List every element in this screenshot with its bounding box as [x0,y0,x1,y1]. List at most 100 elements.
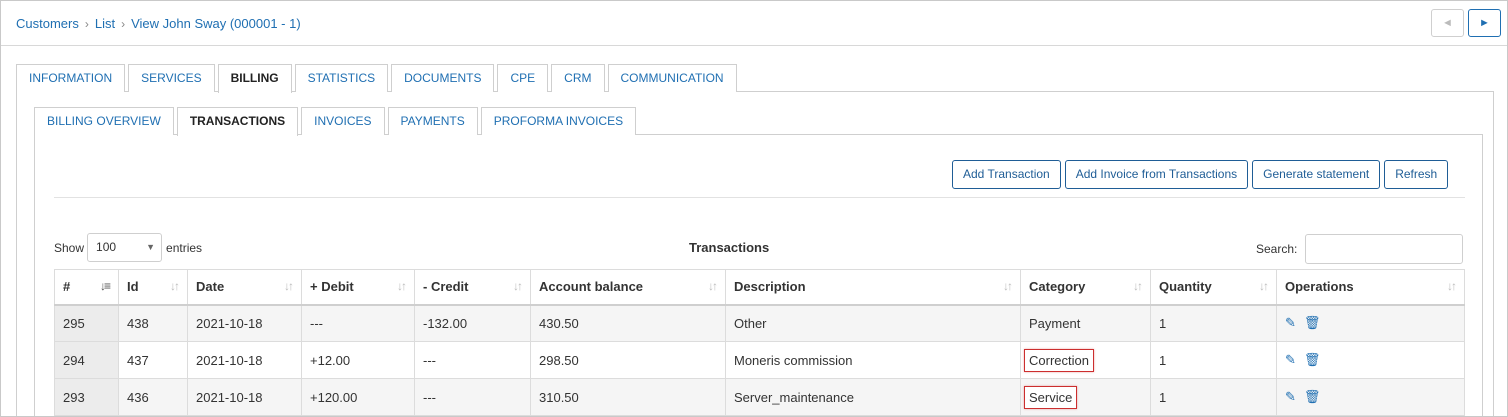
column-header-label: Category [1029,279,1086,295]
trash-icon[interactable]: 🗑 [1304,352,1321,368]
chevron-right-icon: › [121,16,126,31]
column-header-id[interactable]: Id ↓↑ [118,269,188,306]
previous-button[interactable]: ◄ [1431,9,1464,37]
search-input[interactable] [1305,234,1464,264]
sort-icon[interactable]: ↓↑ [1003,279,1013,293]
cell-debit-value: +120.00 [310,389,358,405]
breadcrumb: Customers › List › View John Sway (00000… [16,16,301,31]
cell-debit: --- [301,304,415,342]
cell-category-value: Service [1024,385,1078,409]
refresh-button[interactable]: Refresh [1384,160,1449,189]
edit-icon[interactable]: ✎ [1285,389,1296,405]
cell-balance: 430.50 [530,304,726,342]
cell-id-value: 438 [127,315,149,331]
sort-icon[interactable]: ↓↑ [513,279,523,293]
column-header-quantity[interactable]: Quantity ↓↑ [1150,269,1277,306]
sort-icon[interactable]: ↓↑ [1447,279,1457,293]
sort-icon[interactable]: ↓↑ [170,279,180,293]
tab-communication[interactable]: COMMUNICATION [607,64,737,92]
cell-num: 294 [54,341,119,379]
entries-label: entries [166,240,203,255]
tab-services[interactable]: SERVICES [128,64,215,92]
table-row: 294 437 2021-10-18 +12.00 --- 298.50 Moneris c… [54,341,1465,379]
tab-cpe[interactable]: CPE [497,64,549,92]
tab-transactions[interactable]: TRANSACTIONS [176,107,299,136]
entries-length-control: Show 100 ▼ entries [54,233,202,262]
tab-information[interactable]: INFORMATION [16,64,126,92]
entries-select[interactable]: 100 ▼ [87,233,163,262]
tab-proforma-invoices[interactable]: PROFORMA INVOICES [480,107,637,135]
generate-statement-button[interactable]: Generate statement [1252,160,1381,189]
tab-payments[interactable]: PAYMENTS [387,107,478,135]
cell-date: 2021-10-18 [187,341,302,379]
cell-description-value: Other [734,315,767,331]
column-header-num[interactable]: # ↓≡ [54,269,119,306]
operations-group: ✎ 🗑 [1285,315,1456,331]
cell-category-value: Payment [1029,315,1081,331]
cell-date: 2021-10-18 [187,378,302,416]
cell-credit: --- [414,378,531,416]
column-header-credit[interactable]: - Credit ↓↑ [414,269,531,306]
cell-date: 2021-10-18 [187,304,302,342]
column-header-debit[interactable]: + Debit ↓↑ [301,269,415,306]
cell-credit-value: -132.00 [423,315,468,331]
cell-num: 293 [54,378,119,416]
cell-debit: +12.00 [301,341,415,379]
edit-icon[interactable]: ✎ [1285,315,1296,331]
column-header-label: Operations [1285,279,1354,295]
tab-statistics[interactable]: STATISTICS [294,64,389,92]
show-label: Show [54,240,85,255]
cell-id: 438 [118,304,188,342]
sort-icon[interactable]: ↓↑ [708,279,718,293]
cell-credit: --- [414,341,531,379]
sort-desc-icon[interactable]: ↓≡ [100,279,111,293]
column-header-category[interactable]: Category ↓↑ [1020,269,1151,306]
tab-documents[interactable]: DOCUMENTS [391,64,495,92]
search-label: Search: [1256,242,1298,256]
cell-quantity-value: 1 [1159,315,1167,331]
tab-crm[interactable]: CRM [551,64,605,92]
cell-id-value: 437 [127,352,149,368]
table-row: 293 436 2021-10-18 +120.00 --- 310.50 Server_m… [54,378,1465,416]
tab-invoices[interactable]: INVOICES [301,107,385,135]
cell-num-value: 294 [63,352,85,368]
edit-icon[interactable]: ✎ [1285,352,1296,368]
cell-quantity: 1 [1150,341,1277,379]
sort-icon[interactable]: ↓↑ [284,279,294,293]
sort-icon[interactable]: ↓↑ [1259,279,1269,293]
column-header-label: + Debit [310,279,354,295]
column-header-date[interactable]: Date ↓↑ [187,269,302,306]
column-header-label: Description [734,279,806,295]
breadcrumb-current[interactable]: View John Sway (000001 - 1) [131,16,301,31]
tab-billing[interactable]: BILLING [217,64,292,93]
page-frame: Customers › List › View John Sway (00000… [0,0,1508,417]
column-header-label: Quantity [1159,279,1212,295]
tab-billing-overview[interactable]: BILLING OVERVIEW [34,107,174,135]
table-search: Search: [1256,234,1464,264]
add-transaction-button[interactable]: Add Transaction [952,160,1061,189]
chevron-down-icon: ▼ [146,242,156,252]
next-button[interactable]: ► [1468,9,1501,37]
table-title: Transactions [689,240,770,255]
column-header-account-balance[interactable]: Account balance ↓↑ [530,269,726,306]
trash-icon[interactable]: 🗑 [1304,389,1321,405]
column-header-description[interactable]: Description ↓↑ [725,269,1021,306]
cell-operations: ✎ 🗑 [1276,304,1465,342]
table-row: 295 438 2021-10-18 --- -132.00 430.50 Other Pay… [54,304,1465,342]
column-header-label: Id [127,279,139,295]
add-invoice-from-transactions-button[interactable]: Add Invoice from Transactions [1064,160,1249,189]
sort-icon[interactable]: ↓↑ [397,279,407,293]
cell-num-value: 295 [63,315,85,331]
sort-icon[interactable]: ↓↑ [1133,279,1143,293]
cell-balance-value: 298.50 [539,352,579,368]
cell-date-value: 2021-10-18 [196,315,263,331]
cell-date-value: 2021-10-18 [196,389,263,405]
table-header-row: # ↓≡ Id ↓↑ Date ↓↑ + Debit ↓↑ - Credit ↓↑ Account … [54,269,1465,306]
cell-balance-value: 310.50 [539,389,579,405]
trash-icon[interactable]: 🗑 [1304,315,1321,331]
breadcrumb-customers[interactable]: Customers [16,16,79,31]
column-header-operations[interactable]: Operations ↓↑ [1276,269,1465,306]
cell-credit: -132.00 [414,304,531,342]
breadcrumb-list[interactable]: List [95,16,115,31]
cell-category: Correction [1020,341,1151,379]
